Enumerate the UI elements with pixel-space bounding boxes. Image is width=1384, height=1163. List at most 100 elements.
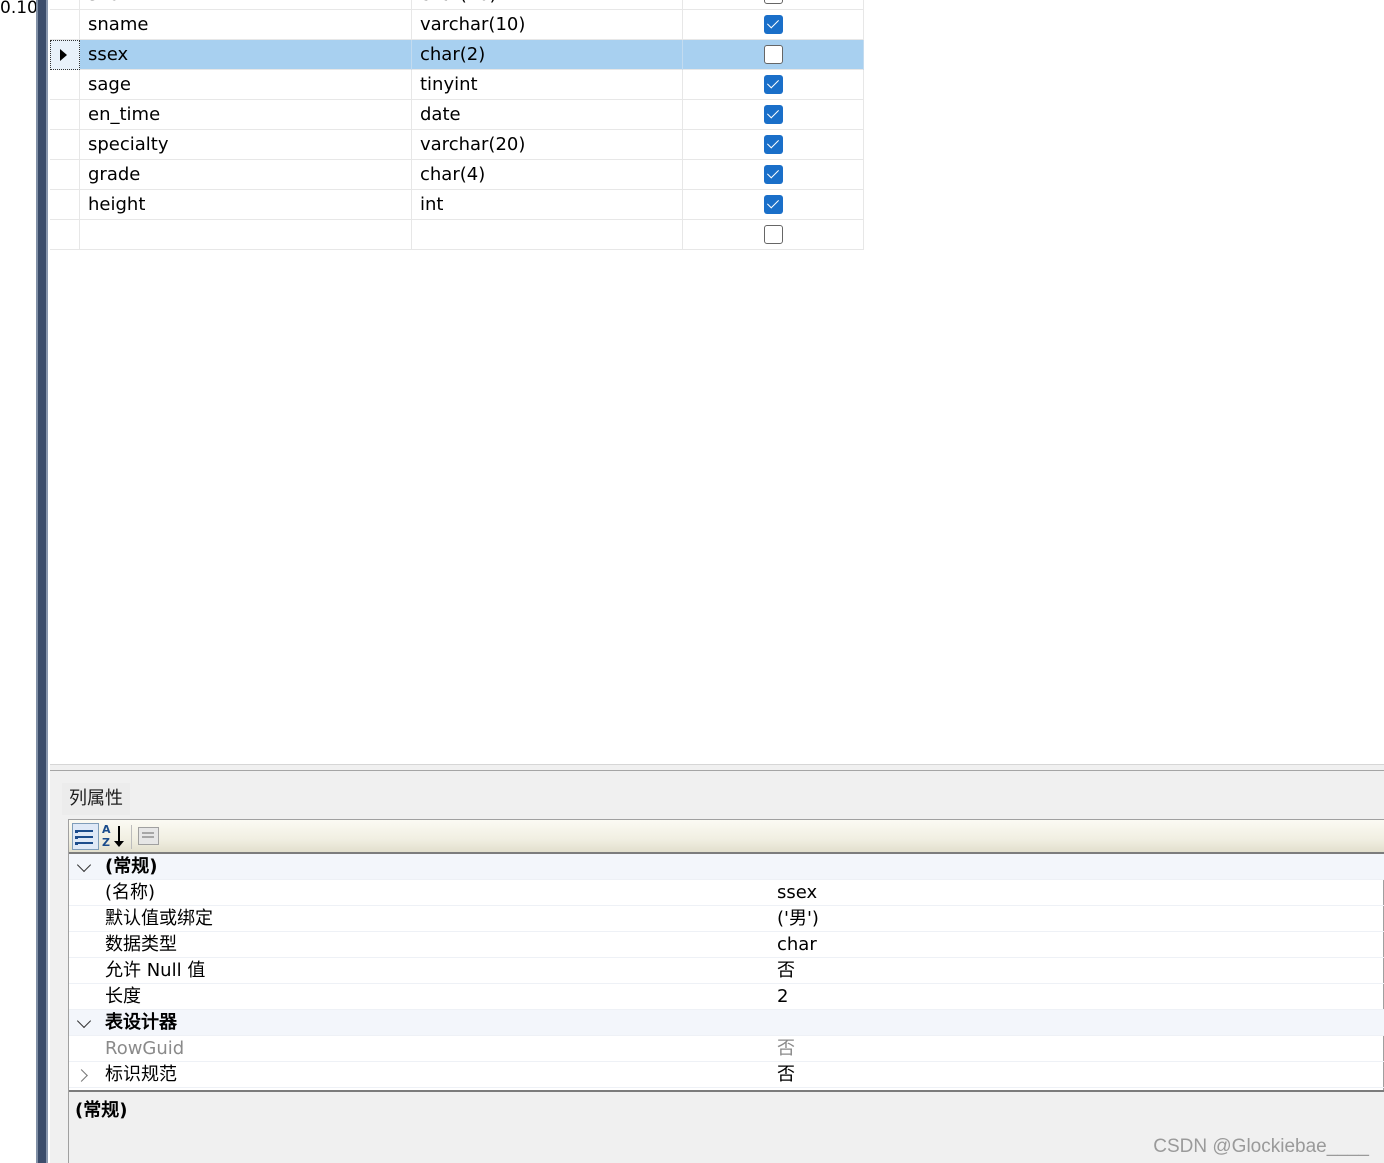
property-value[interactable]: ('男'): [777, 906, 819, 931]
allow-nulls-cell: [683, 130, 864, 160]
allow-nulls-cell: [683, 220, 864, 250]
row-gutter: [69, 984, 103, 1010]
property-rows: (常规) (名称) ssex 默认值或绑定 ('男') 数据类型 char 允许 Null 值…: [69, 854, 1384, 1088]
expand-icon[interactable]: [75, 1069, 88, 1082]
collapse-icon[interactable]: [76, 857, 92, 873]
table-row[interactable]: sname varchar(10): [50, 10, 864, 40]
data-type-cell[interactable]: date: [412, 100, 683, 130]
column-name-cell[interactable]: specialty: [80, 130, 412, 160]
row-gutter: [69, 932, 103, 958]
table-row[interactable]: [50, 220, 864, 250]
column-grid: snochar(10)snamevarchar(10)ssexchar(2)sa…: [50, 0, 864, 250]
row-selector[interactable]: [50, 190, 80, 220]
property-row[interactable]: RowGuid 否: [69, 1036, 1384, 1062]
tab-column-properties[interactable]: 列属性: [62, 783, 130, 815]
categorized-view-icon[interactable]: [72, 823, 99, 850]
table-row[interactable]: en_time date: [50, 100, 864, 130]
property-category[interactable]: 表设计器: [69, 1010, 1384, 1036]
allow-nulls-checkbox[interactable]: [764, 195, 783, 214]
description-pane: (常规) CSDN @Glockiebae____: [69, 1090, 1384, 1163]
property-value[interactable]: 否: [777, 958, 795, 983]
allow-nulls-checkbox[interactable]: [764, 135, 783, 154]
allow-nulls-cell: [683, 100, 864, 130]
collapse-icon[interactable]: [76, 1013, 92, 1029]
allow-nulls-cell: [683, 10, 864, 40]
column-properties-panel: 列属性 AZ (常规) (名称) ssex 默认值或绑定 ('男') 数据类型 char 允许…: [50, 771, 1384, 1163]
allow-nulls-checkbox[interactable]: [764, 75, 783, 94]
column-name-cell[interactable]: sname: [80, 10, 412, 40]
property-name: (名称): [105, 882, 156, 903]
data-type-cell[interactable]: char(10): [412, 0, 683, 10]
column-name-cell[interactable]: ssex: [80, 40, 412, 70]
property-value[interactable]: 否: [777, 1036, 795, 1061]
table-row[interactable]: ssex char(2): [50, 40, 864, 70]
allow-nulls-cell: [683, 0, 864, 10]
column-name-cell[interactable]: grade: [80, 160, 412, 190]
table-row[interactable]: sage tinyint: [50, 70, 864, 100]
allow-nulls-checkbox[interactable]: [764, 45, 783, 64]
data-type-cell[interactable]: char(4): [412, 160, 683, 190]
allow-nulls-checkbox[interactable]: [764, 225, 783, 244]
column-name-cell[interactable]: height: [80, 190, 412, 220]
column-name-cell[interactable]: sno: [80, 0, 412, 10]
property-row[interactable]: 默认值或绑定 ('男'): [69, 906, 1384, 932]
allow-nulls-checkbox[interactable]: [764, 15, 783, 34]
row-selector[interactable]: [50, 10, 80, 40]
allow-nulls-checkbox[interactable]: [764, 0, 783, 4]
property-name: 允许 Null 值: [105, 960, 206, 981]
row-selector[interactable]: [50, 100, 80, 130]
row-selector[interactable]: [50, 70, 80, 100]
allow-nulls-cell: [683, 160, 864, 190]
table-row[interactable]: height int: [50, 190, 864, 220]
row-gutter: [69, 1062, 103, 1088]
column-name-cell[interactable]: sage: [80, 70, 412, 100]
data-type-cell[interactable]: tinyint: [412, 70, 683, 100]
property-value[interactable]: 2: [777, 984, 788, 1009]
allow-nulls-checkbox[interactable]: [764, 165, 783, 184]
row-selector[interactable]: [50, 40, 80, 70]
window-edge: [36, 0, 48, 1163]
row-selector[interactable]: [50, 220, 80, 250]
splitter[interactable]: [50, 764, 1384, 771]
data-type-cell[interactable]: [412, 220, 683, 250]
data-type-cell[interactable]: varchar(10): [412, 10, 683, 40]
row-selector[interactable]: [50, 160, 80, 190]
alphabetical-sort-icon[interactable]: AZ: [101, 823, 128, 850]
property-value[interactable]: 否: [777, 1062, 795, 1087]
property-value[interactable]: char: [777, 932, 817, 957]
table-row[interactable]: snochar(10): [50, 0, 864, 10]
data-type-cell[interactable]: char(2): [412, 40, 683, 70]
property-name: 默认值或绑定: [105, 908, 213, 929]
property-grid: AZ (常规) (名称) ssex 默认值或绑定 ('男') 数据类型 char 允许 Nul…: [68, 819, 1384, 1163]
property-name: 长度: [105, 986, 141, 1007]
row-selector[interactable]: [50, 0, 80, 10]
row-selector[interactable]: [50, 130, 80, 160]
property-name: (常规): [105, 856, 158, 877]
property-row[interactable]: 数据类型 char: [69, 932, 1384, 958]
allow-nulls-checkbox[interactable]: [764, 105, 783, 124]
watermark: CSDN @Glockiebae____: [1153, 1136, 1369, 1157]
property-name: 表设计器: [105, 1012, 177, 1033]
row-gutter: [69, 880, 103, 906]
property-category[interactable]: (常规): [69, 854, 1384, 880]
property-row[interactable]: 长度 2: [69, 984, 1384, 1010]
table-row[interactable]: specialty varchar(20): [50, 130, 864, 160]
property-row[interactable]: 标识规范 否: [69, 1062, 1384, 1088]
property-value[interactable]: ssex: [777, 880, 817, 905]
row-gutter: [69, 1036, 103, 1062]
table-designer-window: 0.10 snochar(10)snamevarchar(10)ssexchar…: [0, 0, 1384, 1163]
allow-nulls-cell: [683, 40, 864, 70]
property-row[interactable]: (名称) ssex: [69, 880, 1384, 906]
property-name: 标识规范: [105, 1064, 177, 1085]
property-pages-icon[interactable]: [135, 823, 162, 850]
left-gutter: 0.10: [0, 0, 38, 1163]
property-toolbar: AZ: [69, 820, 1384, 854]
row-gutter: [69, 906, 103, 932]
table-row[interactable]: grade char(4): [50, 160, 864, 190]
column-name-cell[interactable]: en_time: [80, 100, 412, 130]
data-type-cell[interactable]: int: [412, 190, 683, 220]
property-name: RowGuid: [105, 1038, 185, 1059]
column-name-cell[interactable]: [80, 220, 412, 250]
property-row[interactable]: 允许 Null 值 否: [69, 958, 1384, 984]
data-type-cell[interactable]: varchar(20): [412, 130, 683, 160]
